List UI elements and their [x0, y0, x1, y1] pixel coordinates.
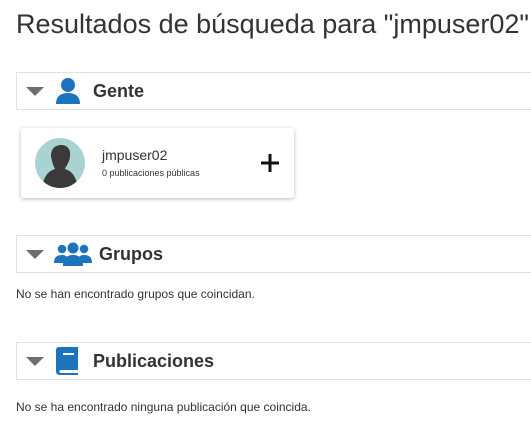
publications-empty-message: No se ha encontrado ninguna publicación …: [16, 400, 311, 414]
person-icon: [53, 76, 83, 106]
section-header-groups[interactable]: Grupos: [16, 235, 531, 273]
groups-empty-message: No se han encontrado grupos que coincida…: [16, 287, 255, 301]
caret-down-icon[interactable]: [26, 86, 44, 96]
book-icon: [53, 346, 83, 376]
group-icon: [53, 239, 93, 269]
section-title-people: Gente: [93, 80, 145, 101]
plus-icon: [261, 154, 279, 172]
section-header-publications[interactable]: Publicaciones: [16, 342, 531, 380]
section-title-groups: Grupos: [99, 243, 164, 264]
follow-button[interactable]: [259, 152, 281, 174]
page-title: Resultados de búsqueda para "jmpuser02": [16, 9, 529, 39]
user-publications-count: 0 publicaciones públicas: [102, 168, 200, 178]
section-header-people[interactable]: Gente: [16, 72, 531, 110]
caret-down-icon[interactable]: [26, 249, 44, 259]
avatar[interactable]: [35, 138, 85, 188]
user-name-link[interactable]: jmpuser02: [102, 147, 167, 163]
section-title-publications: Publicaciones: [93, 350, 215, 371]
caret-down-icon[interactable]: [26, 356, 44, 366]
user-result-card[interactable]: jmpuser02 0 publicaciones públicas: [21, 128, 294, 198]
